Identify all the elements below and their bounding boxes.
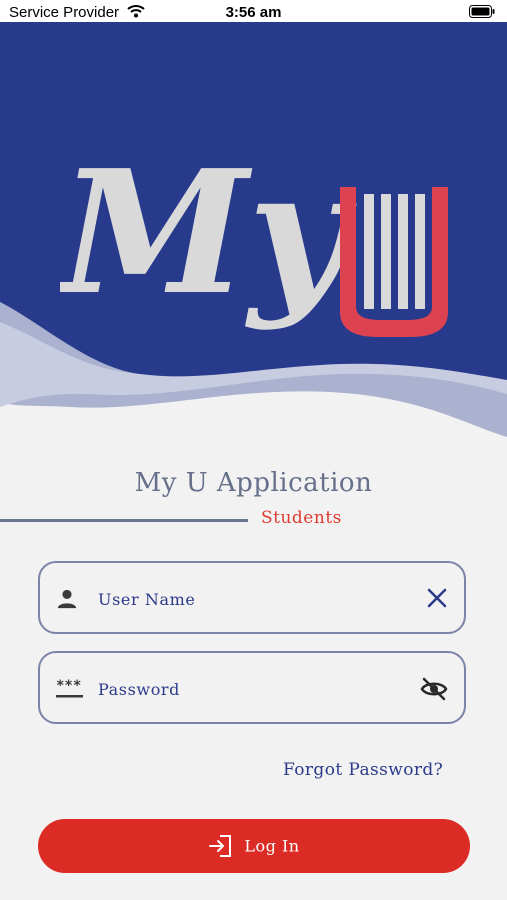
- header-banner: My: [0, 22, 507, 442]
- forgot-password-link[interactable]: Forgot Password?: [283, 760, 443, 780]
- page-subtitle: Students: [261, 508, 342, 528]
- eye-off-icon[interactable]: [420, 677, 448, 705]
- title-divider: [0, 519, 248, 522]
- myu-logo: My: [55, 133, 460, 346]
- person-icon: [56, 588, 78, 614]
- svg-text:My: My: [60, 142, 357, 333]
- password-input[interactable]: [96, 669, 410, 709]
- username-field[interactable]: [38, 561, 466, 634]
- username-input[interactable]: [96, 579, 410, 619]
- login-label: Log In: [244, 836, 300, 856]
- page-title: My U Application: [134, 468, 373, 498]
- status-bar: Service Provider 3:56 am: [0, 0, 507, 22]
- password-field[interactable]: ***: [38, 651, 466, 724]
- clock: 3:56 am: [225, 4, 282, 21]
- login-button[interactable]: Log In: [38, 819, 470, 873]
- password-icon: ***: [56, 678, 84, 704]
- clear-icon[interactable]: [426, 587, 448, 613]
- login-icon: [209, 835, 232, 857]
- battery-icon: [469, 5, 495, 22]
- svg-text:***: ***: [56, 678, 81, 694]
- u-logo-mark: [340, 187, 448, 337]
